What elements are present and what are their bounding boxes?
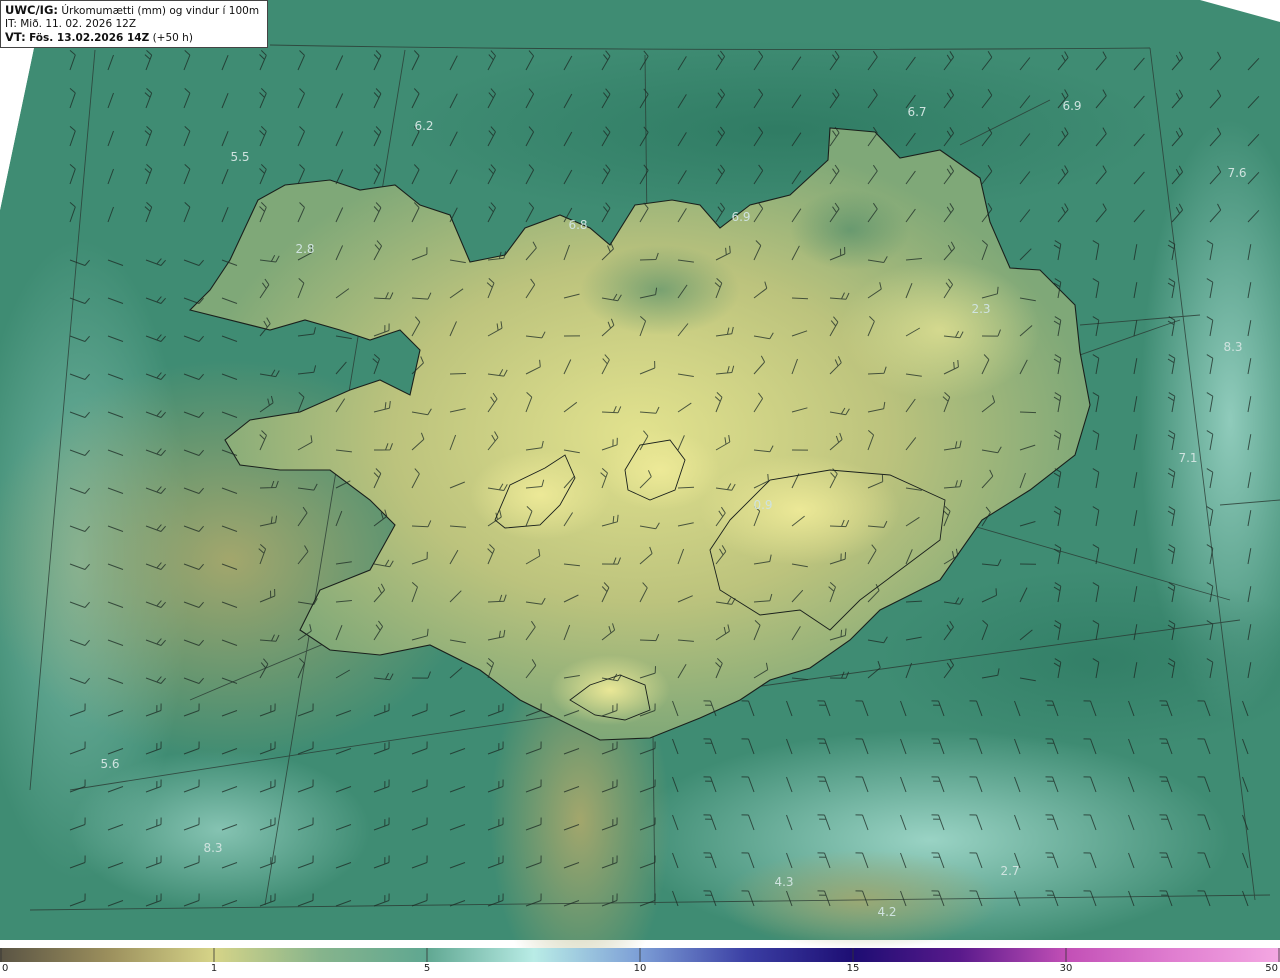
colorbar (0, 948, 1280, 962)
forecast-map (0, 0, 1280, 978)
value-label: 4.2 (877, 905, 897, 919)
colorbar-label: 0 (2, 963, 9, 974)
value-label: 8.3 (1223, 340, 1243, 354)
wind-barb (677, 486, 695, 489)
value-label: 7.1 (1178, 451, 1198, 465)
colorbar-label: 30 (1059, 963, 1073, 974)
title-line: UWC/IG: Úrkomumætti (mm) og vindur í 100… (5, 4, 263, 18)
value-label: 5.5 (230, 150, 250, 164)
colorbar-label: 50 (1265, 963, 1278, 974)
init-label: IT: (5, 18, 17, 30)
value-label: 8.3 (203, 841, 223, 855)
colorbar-label: 5 (423, 963, 431, 974)
lead-time: (+50 h) (152, 32, 193, 44)
value-label: 2.8 (295, 242, 315, 256)
field-title: Úrkomumætti (mm) og vindur í 100m hæð (61, 5, 263, 17)
sea-band-light (70, 750, 370, 910)
north-valley-shade (790, 190, 910, 270)
highland-patch (700, 455, 900, 565)
value-label: 6.7 (907, 105, 927, 119)
value-label: 6.9 (1062, 99, 1082, 113)
valid-time: Fös. 13.02.2026 14Z (29, 32, 150, 44)
forecast-info-box: UWC/IG: Úrkomumætti (mm) og vindur í 100… (0, 0, 268, 48)
valid-label: VT: (5, 31, 26, 44)
value-label: 2.3 (971, 302, 991, 316)
wind-barb (1019, 411, 1037, 414)
value-label: 6.8 (568, 218, 588, 232)
value-label: 6.9 (731, 210, 751, 224)
valid-time-line: VT: Fös. 13.02.2026 14Z (+50 h) (5, 31, 263, 45)
sea-band-dark (400, 40, 1160, 220)
value-label: 6.2 (414, 119, 434, 133)
highland-patch (840, 260, 1040, 400)
init-time-line: IT: Mið. 11. 02. 2026 12Z (5, 18, 263, 31)
model-name: UWC/IG: (5, 4, 58, 17)
init-time: Mið. 11. 02. 2026 12Z (20, 18, 137, 30)
value-label: 5.6 (100, 757, 120, 771)
value-label: 0.9 (753, 498, 773, 512)
highland-patch (470, 450, 610, 540)
colorbar-label: 10 (633, 963, 647, 974)
value-label: 2.7 (1000, 864, 1020, 878)
value-label: 4.3 (774, 875, 794, 889)
colorbar-label: 1 (210, 963, 218, 974)
colorbar-labels: 0 1 5 10 15 30 50 (0, 962, 1280, 978)
value-label: 7.6 (1227, 166, 1247, 180)
colorbar-label: 15 (846, 963, 860, 974)
wind-barb (449, 373, 467, 375)
